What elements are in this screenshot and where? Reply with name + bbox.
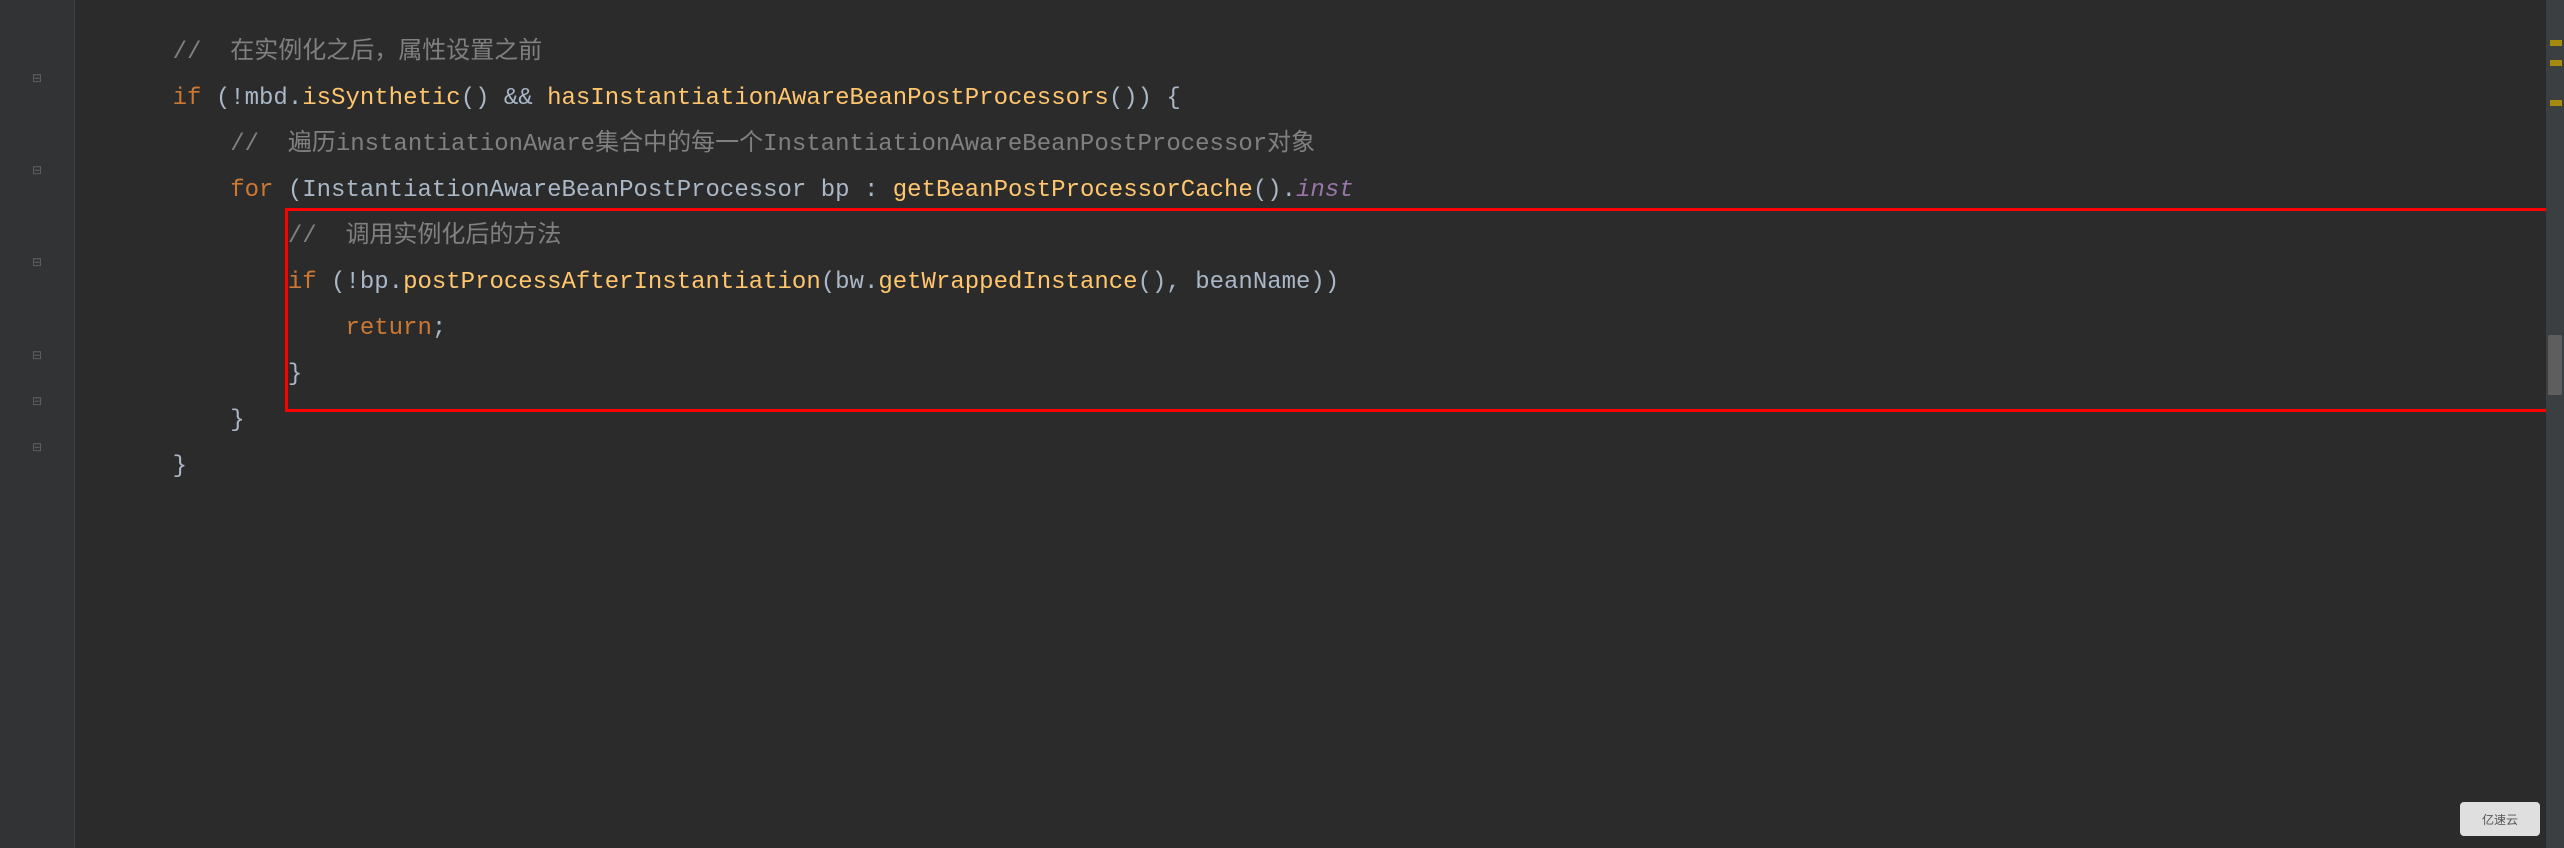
method-call: hasInstantiationAwareBeanPostProcessors [547,85,1109,112]
code-line: // 调用实例化后的方法 [75,214,2564,260]
code-text: ; [432,315,446,342]
code-line: if (!mbd.isSynthetic() && hasInstantiati… [75,76,2564,122]
code-line: } [75,352,2564,398]
scroll-warning-mark[interactable] [2550,40,2562,46]
scroll-warning-mark[interactable] [2550,100,2562,106]
fold-marker-icon[interactable]: ⊟ [29,393,45,409]
comment-text: // 在实例化之后，属性设置之前 [173,39,543,66]
fold-marker-icon[interactable]: ⊟ [29,162,45,178]
watermark-badge: 亿速云 [2460,802,2540,836]
method-call: postProcessAfterInstantiation [403,269,821,296]
code-editor[interactable]: ⊟ ⊟ ⊟ ⊟ ⊟ ⊟ // 在实例化之后，属性设置之前 if (!mbd.is… [0,0,2564,848]
vertical-scrollbar[interactable] [2546,0,2564,848]
code-text: ()) { [1109,85,1181,112]
method-call: isSynthetic [302,85,460,112]
type-name: InstantiationAwareBeanPostProcessor bp : [302,177,893,204]
comment-text: // 调用实例化后的方法 [288,223,562,250]
partial-identifier: inst [1296,177,1354,204]
method-call: getBeanPostProcessorCache [893,177,1253,204]
code-line: // 在实例化之后，属性设置之前 [75,30,2564,76]
code-line: // 遍历instantiationAware集合中的每一个Instantiat… [75,122,2564,168]
brace: } [173,453,187,480]
method-call: getWrappedInstance [878,269,1137,296]
code-line: if (!bp.postProcessAfterInstantiation(bw… [75,260,2564,306]
keyword-if: if [173,85,202,112]
code-line: return; [75,306,2564,352]
scroll-warning-mark[interactable] [2550,60,2562,66]
brace: } [288,361,302,388]
code-line: } [75,444,2564,490]
code-text: ( [273,177,302,204]
editor-gutter: ⊟ ⊟ ⊟ ⊟ ⊟ ⊟ [0,0,75,848]
code-content[interactable]: // 在实例化之后，属性设置之前 if (!mbd.isSynthetic() … [75,0,2564,848]
keyword-if: if [288,269,317,296]
code-text: (bw. [821,269,879,296]
code-line: for (InstantiationAwareBeanPostProcessor… [75,168,2564,214]
code-text: () && [461,85,547,112]
fold-marker-icon[interactable]: ⊟ [29,347,45,363]
fold-marker-icon[interactable]: ⊟ [29,254,45,270]
brace: } [230,407,244,434]
keyword-for: for [230,177,273,204]
code-text: (!mbd. [201,85,302,112]
code-text: (!bp. [317,269,403,296]
fold-marker-icon[interactable]: ⊟ [29,439,45,455]
scroll-thumb[interactable] [2548,335,2562,395]
code-text: (), beanName)) [1138,269,1354,296]
watermark-text: 亿速云 [2482,811,2518,828]
keyword-return: return [345,315,431,342]
code-text: (). [1253,177,1296,204]
fold-marker-icon[interactable]: ⊟ [29,70,45,86]
comment-text: // 遍历instantiationAware集合中的每一个Instantiat… [230,131,1315,158]
code-line: } [75,398,2564,444]
